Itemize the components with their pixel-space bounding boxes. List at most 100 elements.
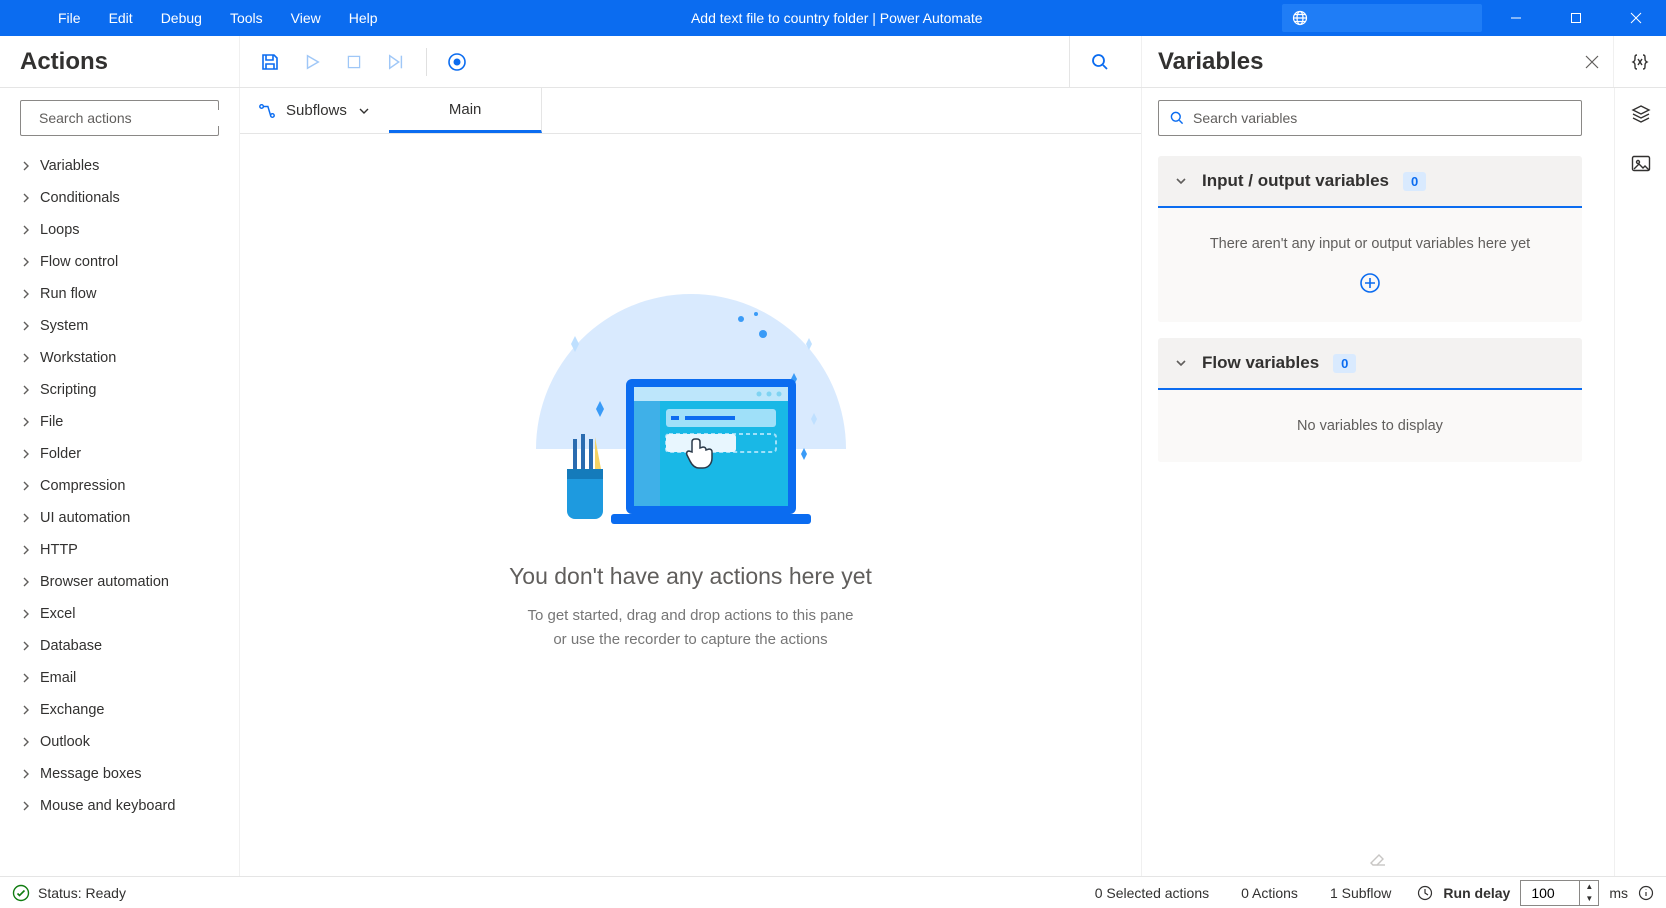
flow-search-button[interactable]: [1069, 36, 1129, 88]
action-category[interactable]: System: [14, 310, 231, 342]
menu-debug[interactable]: Debug: [147, 2, 216, 34]
clock-icon: [1417, 885, 1433, 901]
recorder-button[interactable]: [439, 44, 475, 80]
close-button[interactable]: [1610, 0, 1662, 36]
clear-variables-button[interactable]: [1142, 848, 1614, 876]
subflow-icon: [258, 102, 276, 120]
chevron-right-icon: [20, 320, 32, 332]
action-category[interactable]: Compression: [14, 470, 231, 502]
empty-illustration: [501, 289, 881, 549]
action-category[interactable]: Database: [14, 630, 231, 662]
chevron-right-icon: [20, 160, 32, 172]
chevron-right-icon: [20, 256, 32, 268]
run-delay-input[interactable]: [1531, 885, 1579, 901]
action-category[interactable]: Outlook: [14, 726, 231, 758]
chevron-right-icon: [20, 288, 32, 300]
account-button[interactable]: [1282, 4, 1482, 32]
flow-variables-body: No variables to display: [1158, 390, 1582, 462]
titlebar-right: [1282, 0, 1666, 36]
chevron-right-icon: [20, 224, 32, 236]
action-category-label: Compression: [40, 478, 125, 494]
status-bar: Status: Ready 0 Selected actions 0 Actio…: [0, 876, 1666, 908]
action-category[interactable]: Mouse and keyboard: [14, 790, 231, 822]
action-category[interactable]: Conditionals: [14, 182, 231, 214]
action-category[interactable]: Email: [14, 662, 231, 694]
action-category[interactable]: UI automation: [14, 502, 231, 534]
run-button[interactable]: [294, 44, 330, 80]
status-ok-icon: [12, 884, 30, 902]
variables-search-box[interactable]: [1158, 100, 1582, 136]
variables-close-button[interactable]: [1585, 48, 1599, 76]
action-category[interactable]: Scripting: [14, 374, 231, 406]
chevron-right-icon: [20, 576, 32, 588]
run-delay-up[interactable]: ▲: [1580, 881, 1598, 893]
action-category-label: Database: [40, 638, 102, 654]
variables-search-input[interactable]: [1193, 110, 1571, 126]
chevron-right-icon: [20, 416, 32, 428]
io-variables-body: There aren't any input or output variabl…: [1158, 208, 1582, 322]
actions-list[interactable]: VariablesConditionals Loops Flow control Ru…: [0, 144, 239, 876]
menu-edit[interactable]: Edit: [95, 2, 147, 34]
action-category[interactable]: Flow control: [14, 246, 231, 278]
rail-layers-button[interactable]: [1631, 104, 1651, 129]
menu-tools[interactable]: Tools: [216, 2, 277, 34]
rail-variables-button[interactable]: [1614, 36, 1666, 87]
action-category-label: Loops: [40, 222, 80, 238]
titlebar: File Edit Debug Tools View Help Add text…: [0, 0, 1666, 36]
toolbar-separator: [426, 48, 427, 76]
action-category[interactable]: Variables: [14, 150, 231, 182]
action-category[interactable]: Excel: [14, 598, 231, 630]
add-io-variable-button[interactable]: [1359, 272, 1381, 294]
action-category[interactable]: Loops: [14, 214, 231, 246]
chevron-right-icon: [20, 384, 32, 396]
chevron-right-icon: [20, 768, 32, 780]
flow-variables-accordion: Flow variables 0 No variables to display: [1158, 338, 1582, 462]
menu-view[interactable]: View: [277, 2, 335, 34]
action-category[interactable]: Exchange: [14, 694, 231, 726]
menubar: File Edit Debug Tools View Help: [0, 2, 392, 34]
action-category-label: Scripting: [40, 382, 96, 398]
action-category[interactable]: Run flow: [14, 278, 231, 310]
menu-help[interactable]: Help: [335, 2, 392, 34]
chevron-right-icon: [20, 640, 32, 652]
chevron-right-icon: [20, 352, 32, 364]
action-category[interactable]: Browser automation: [14, 566, 231, 598]
action-category[interactable]: File: [14, 406, 231, 438]
io-variables-title: Input / output variables: [1202, 171, 1389, 191]
empty-sub-line2: or use the recorder to capture the actio…: [527, 628, 853, 651]
io-variables-header[interactable]: Input / output variables 0: [1158, 156, 1582, 208]
actions-search-input[interactable]: [39, 110, 220, 126]
action-category[interactable]: HTTP: [14, 534, 231, 566]
action-category[interactable]: Folder: [14, 438, 231, 470]
chevron-down-icon: [1174, 356, 1188, 370]
minimize-button[interactable]: [1490, 0, 1542, 36]
actions-search-box[interactable]: [20, 100, 219, 136]
io-variables-count: 0: [1403, 172, 1426, 191]
action-category-label: Workstation: [40, 350, 116, 366]
action-category-label: Folder: [40, 446, 81, 462]
save-button[interactable]: [252, 44, 288, 80]
subflows-dropdown[interactable]: Subflows: [240, 88, 389, 133]
stop-button[interactable]: [336, 44, 372, 80]
step-button[interactable]: [378, 44, 414, 80]
maximize-button[interactable]: [1550, 0, 1602, 36]
menu-file[interactable]: File: [44, 2, 95, 34]
action-category[interactable]: Workstation: [14, 342, 231, 374]
action-category-label: Exchange: [40, 702, 105, 718]
tab-main[interactable]: Main: [389, 88, 543, 133]
variables-pane: Input / output variables 0 There aren't …: [1142, 88, 1614, 876]
run-delay-unit: ms: [1609, 885, 1628, 901]
flow-variables-title: Flow variables: [1202, 353, 1319, 373]
info-icon[interactable]: [1638, 885, 1654, 901]
action-category-label: HTTP: [40, 542, 78, 558]
run-delay-down[interactable]: ▼: [1580, 893, 1598, 905]
variables-title: Variables: [1158, 48, 1263, 76]
flow-variables-header[interactable]: Flow variables 0: [1158, 338, 1582, 390]
action-category-label: UI automation: [40, 510, 130, 526]
chevron-right-icon: [20, 192, 32, 204]
run-delay-spinner[interactable]: ▲ ▼: [1520, 880, 1599, 906]
action-category[interactable]: Message boxes: [14, 758, 231, 790]
rail-images-button[interactable]: [1631, 155, 1651, 178]
action-category-label: Run flow: [40, 286, 96, 302]
globe-icon: [1292, 10, 1308, 26]
